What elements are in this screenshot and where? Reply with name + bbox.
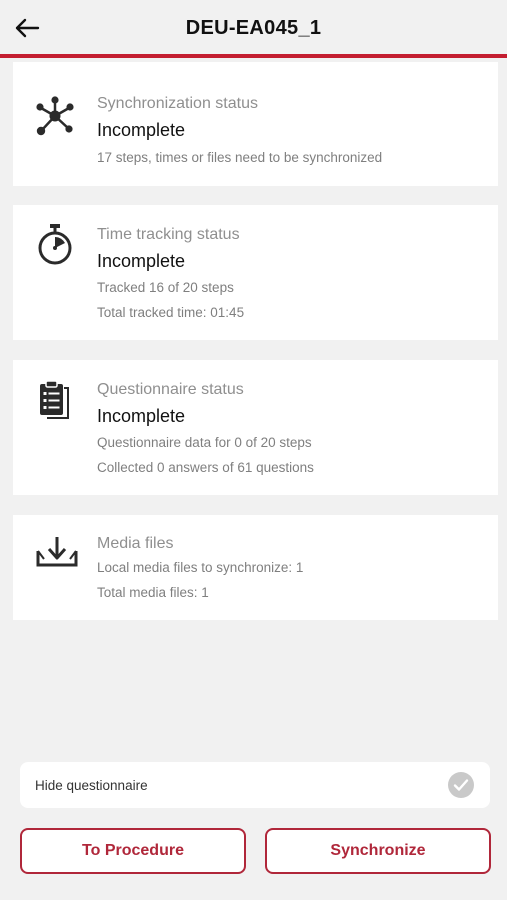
time-tracking-detail-total: Total tracked time: 01:45	[97, 305, 245, 320]
checkmark-icon[interactable]	[448, 772, 474, 798]
sync-status-label: Synchronization status	[97, 95, 258, 112]
network-nodes-icon	[35, 94, 75, 138]
top-app-bar: DEU-EA045_1	[0, 0, 507, 58]
media-files-card: Media files Local media files to synchro…	[13, 515, 498, 620]
to-procedure-button[interactable]: To Procedure	[20, 828, 246, 874]
page-title: DEU-EA045_1	[185, 17, 322, 39]
time-tracking-label: Time tracking status	[97, 226, 240, 243]
hide-questionnaire-toggle[interactable]: Hide questionnaire	[20, 762, 490, 808]
media-files-label: Media files	[97, 535, 174, 552]
synchronize-button[interactable]: Synchronize	[265, 828, 491, 874]
tray-download-icon	[35, 533, 79, 577]
time-tracking-value: Incomplete	[97, 251, 186, 271]
questionnaire-value: Incomplete	[97, 406, 186, 426]
stopwatch-icon	[35, 222, 75, 266]
sync-status-card: Synchronization status Incomplete 17 ste…	[13, 62, 498, 186]
media-files-detail-local: Local media files to synchronize: 1	[97, 560, 304, 575]
questionnaire-detail-steps: Questionnaire data for 0 of 20 steps	[97, 435, 312, 450]
media-files-detail-total: Total media files: 1	[97, 585, 209, 600]
sync-status-value: Incomplete	[97, 120, 186, 140]
clipboard-list-icon	[35, 378, 75, 422]
questionnaire-detail-answers: Collected 0 answers of 61 questions	[97, 460, 314, 475]
time-tracking-card: Time tracking status Incomplete Tracked …	[13, 205, 498, 340]
hide-questionnaire-label: Hide questionnaire	[35, 778, 148, 793]
questionnaire-label: Questionnaire status	[97, 381, 244, 398]
sync-status-detail: 17 steps, times or files need to be sync…	[97, 150, 383, 165]
questionnaire-card: Questionnaire status Incomplete Question…	[13, 360, 498, 495]
time-tracking-detail-steps: Tracked 16 of 20 steps	[97, 280, 234, 295]
